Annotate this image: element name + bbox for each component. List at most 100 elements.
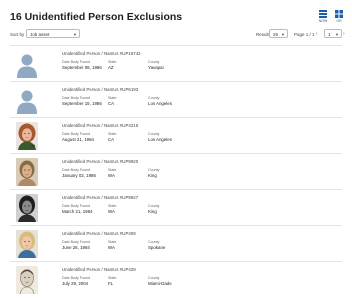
person-silhouette-icon: [16, 86, 38, 114]
date-found-field: Date Body Found September 08, 1986: [62, 60, 102, 70]
county-field: County King: [148, 204, 159, 214]
state-value: AZ: [108, 65, 114, 70]
case-title-link[interactable]: Unidentified Person / NamUs #UP16742: [62, 51, 141, 56]
date-found-field: Date Body Found January 02, 1986: [62, 168, 96, 178]
date-found-field: Date Body Found June 26, 1984: [62, 240, 90, 250]
previous-page-button[interactable]: ‹: [316, 31, 318, 37]
county-value: Spokane: [148, 245, 166, 250]
date-found-value: September 08, 1986: [62, 65, 102, 70]
case-photo-portrait[interactable]: [16, 158, 38, 186]
state-label: State: [108, 240, 117, 244]
county-field: County King: [148, 168, 159, 178]
next-page-button[interactable]: ›: [343, 31, 345, 37]
state-field: State WA: [108, 204, 116, 214]
grid-view-icon: [335, 10, 343, 18]
sort-select[interactable]: Job asset ▼: [26, 29, 80, 38]
county-field: County Spokane: [148, 240, 165, 250]
state-field: State CA: [108, 96, 116, 106]
grid-view-toggle[interactable]: GR: [332, 10, 346, 26]
date-found-value: September 15, 1986: [62, 101, 102, 106]
county-value: Yavapai: [148, 65, 164, 70]
case-row[interactable]: Unidentified Person / NamUs #UP16742 Dat…: [10, 45, 342, 81]
date-found-value: June 26, 1984: [62, 245, 90, 250]
county-value: King: [148, 209, 157, 214]
page-select-value: 1: [328, 31, 331, 37]
date-found-label: Date Body Found: [62, 204, 90, 208]
state-field: State WA: [108, 240, 116, 250]
state-field: State CA: [108, 132, 116, 142]
case-title-link[interactable]: Unidentified Person / NamUs #UP9927: [62, 195, 138, 200]
date-found-label: Date Body Found: [62, 132, 90, 136]
page-header: 16 Unidentified Person Exclusions NOW GR: [10, 10, 343, 30]
county-label: County: [148, 132, 160, 136]
state-field: State FL: [108, 276, 116, 286]
state-label: State: [108, 276, 117, 280]
case-photo-silhouette[interactable]: [16, 86, 38, 114]
case-photo-silhouette[interactable]: [16, 50, 38, 78]
case-photo-portrait[interactable]: [16, 266, 38, 294]
state-value: CA: [108, 137, 115, 142]
sort-label: Sort by: [10, 32, 25, 37]
state-field: State WA: [108, 168, 116, 178]
case-title-link[interactable]: Unidentified Person / NamUs #UP429: [62, 267, 136, 272]
county-label: County: [148, 168, 160, 172]
date-found-field: Date Body Found August 21, 1984: [62, 132, 94, 142]
state-value: WA: [108, 209, 115, 214]
date-found-field: Date Body Found July 29, 2004: [62, 276, 90, 286]
date-found-label: Date Body Found: [62, 60, 90, 64]
grid-view-label: GR: [336, 19, 342, 23]
date-found-label: Date Body Found: [62, 168, 90, 172]
county-label: County: [148, 96, 160, 100]
portrait-photo: [16, 230, 38, 258]
state-label: State: [108, 60, 117, 64]
case-row[interactable]: Unidentified Person / NamUs #UP9927 Date…: [10, 189, 342, 225]
case-title-link[interactable]: Unidentified Person / NamUs #UP9920: [62, 159, 138, 164]
chevron-down-icon: ▼: [73, 32, 77, 37]
state-label: State: [108, 204, 117, 208]
date-found-field: Date Body Found March 21, 1984: [62, 204, 93, 214]
results-toolbar: Sort by Job asset ▼ Results 25 ▼ Page 1 …: [10, 29, 345, 41]
case-photo-portrait[interactable]: left: [16, 122, 38, 150]
list-view-label: NOW: [318, 19, 328, 23]
case-photo-portrait[interactable]: [16, 194, 38, 222]
portrait-photo: [16, 158, 38, 186]
date-found-value: July 29, 2004: [62, 281, 89, 286]
county-value: Miami-Dade: [148, 281, 172, 286]
case-row[interactable]: left Unidentified Person / NamUs #UP4215…: [10, 117, 342, 153]
state-value: CA: [108, 101, 115, 106]
case-row[interactable]: Unidentified Person / NamUs #UP409 Date …: [10, 225, 342, 261]
state-label: State: [108, 168, 117, 172]
case-list: Unidentified Person / NamUs #UP16742 Dat…: [10, 45, 342, 297]
date-found-value: August 21, 1984: [62, 137, 94, 142]
results-per-page-select[interactable]: 25 ▼: [269, 29, 288, 38]
case-photo-portrait[interactable]: [16, 230, 38, 258]
page-indicator: Page 1 / 1: [294, 32, 315, 37]
county-label: County: [148, 276, 160, 280]
case-row[interactable]: Unidentified Person / NamUs #UP9920 Date…: [10, 153, 342, 189]
county-field: County Yavapai: [148, 60, 164, 70]
county-field: County Miami-Dade: [148, 276, 172, 286]
case-row[interactable]: Unidentified Person / NamUs #UP429 Date …: [10, 261, 342, 297]
state-field: State AZ: [108, 60, 116, 70]
county-value: King: [148, 173, 157, 178]
state-label: State: [108, 132, 117, 136]
case-title-link[interactable]: Unidentified Person / NamUs #UP6193: [62, 87, 138, 92]
list-view-toggle[interactable]: NOW: [316, 10, 330, 26]
case-title-link[interactable]: Unidentified Person / NamUs #UP409: [62, 231, 136, 236]
state-value: WA: [108, 173, 115, 178]
state-label: State: [108, 96, 117, 100]
case-title-link[interactable]: Unidentified Person / NamUs #UP4215: [62, 123, 138, 128]
date-found-value: January 02, 1986: [62, 173, 96, 178]
date-found-field: Date Body Found September 15, 1986: [62, 96, 102, 106]
state-value: FL: [108, 281, 114, 286]
sort-select-value: Job asset: [30, 31, 50, 37]
county-value: Los Angeles: [148, 101, 172, 106]
case-row[interactable]: Unidentified Person / NamUs #UP6193 Date…: [10, 81, 342, 117]
page-select[interactable]: 1 ▼: [324, 29, 342, 38]
county-label: County: [148, 60, 160, 64]
state-value: WA: [108, 245, 115, 250]
chevron-down-icon: ▼: [281, 32, 285, 37]
date-found-label: Date Body Found: [62, 240, 90, 244]
portrait-photo: [16, 194, 38, 222]
county-field: County Los Angeles: [148, 132, 172, 142]
